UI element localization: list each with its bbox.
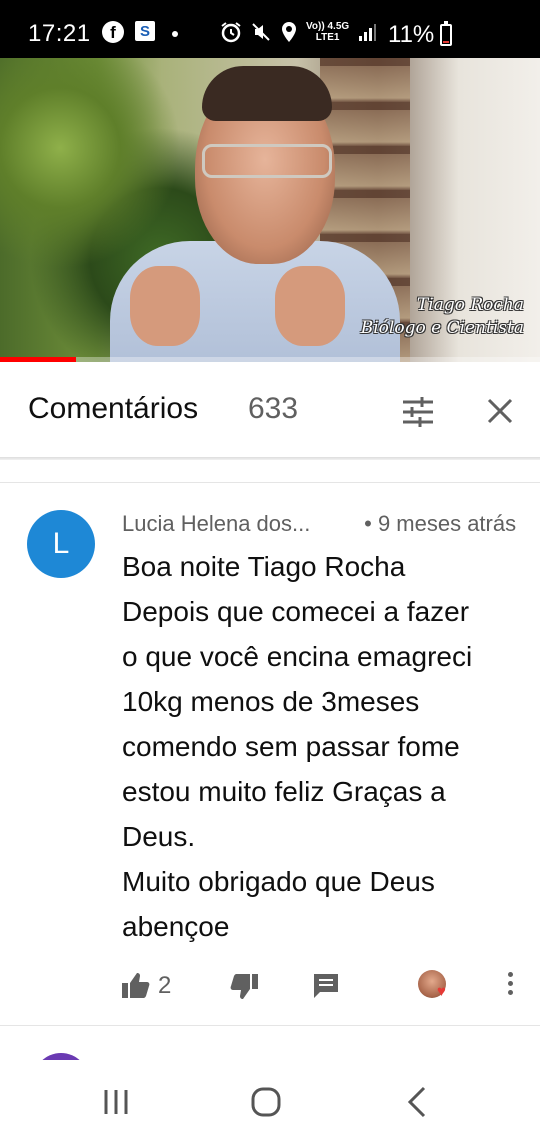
video-presenter (110, 66, 400, 362)
caption-title: Biólogo e Cientista (360, 318, 524, 338)
status-time: 17:21 (28, 20, 91, 47)
facebook-icon: f (102, 21, 124, 43)
video-caption: Tiago Rocha Biólogo e Cientista (361, 294, 524, 340)
home-icon[interactable] (246, 1082, 286, 1122)
comment-line: 10kg menos de 3meses (122, 686, 420, 717)
comment-meta: Lucia Helena dos... • 9 meses atrás (122, 511, 516, 537)
comment-text: Boa noite Tiago Rocha Depois que comecei… (122, 544, 522, 949)
comment-actions: 2 ♥ (0, 962, 540, 1012)
comment-top-divider (0, 482, 540, 483)
comment-line: Boa noite Tiago Rocha (122, 551, 406, 582)
recent-apps-icon[interactable] (96, 1082, 136, 1122)
battery-percent: 11% (388, 21, 435, 48)
comment-line: o que você encina emagreci (122, 641, 473, 672)
comment-line: Muito obrigado que Deus (122, 866, 435, 897)
comment-time: • 9 meses atrás (364, 511, 517, 536)
dot-icon (172, 31, 178, 37)
signal-icon (359, 24, 377, 41)
thumbs-down-icon[interactable] (228, 970, 260, 1002)
comments-header: Comentários 633 (0, 362, 540, 457)
comment-line: comendo sem passar fome (122, 731, 460, 762)
system-nav-bar (0, 1060, 540, 1140)
volte-icon: Vo)) 4.5G LTE1 (306, 21, 350, 43)
comment-bottom-divider (0, 1025, 540, 1026)
s-app-icon: S (135, 21, 155, 41)
comment-line: abençoe (122, 911, 230, 942)
reply-icon[interactable] (310, 970, 342, 1002)
comments-title: Comentários (28, 392, 199, 425)
mute-icon (252, 23, 270, 41)
comment-line: Deus. (122, 821, 196, 852)
heart-icon: ♥ (437, 983, 446, 1000)
thumbs-up-icon[interactable] (120, 970, 152, 1002)
alarm-icon (221, 22, 241, 43)
status-bar: 17:21 f S Vo)) 4.5G LTE1 11% (0, 0, 540, 58)
header-divider (0, 457, 540, 460)
comment-line: estou muito feliz Graças a (122, 776, 446, 807)
comments-count: 633 (248, 392, 299, 425)
close-icon[interactable] (483, 394, 517, 428)
back-icon[interactable] (398, 1082, 438, 1122)
comment-author[interactable]: Lucia Helena dos... (122, 511, 358, 537)
caption-name: Tiago Rocha (416, 295, 524, 315)
more-vert-icon[interactable] (500, 968, 520, 1004)
comment-line: Depois que comecei a fazer (122, 596, 470, 627)
system-icons: Vo)) 4.5G LTE1 (220, 18, 377, 46)
avatar[interactable]: L (27, 510, 95, 578)
sort-filter-icon[interactable] (400, 394, 436, 430)
battery-icon (440, 21, 452, 46)
location-icon (282, 22, 296, 42)
video-player[interactable]: Tiago Rocha Biólogo e Cientista (0, 58, 540, 362)
like-count: 2 (158, 972, 172, 999)
